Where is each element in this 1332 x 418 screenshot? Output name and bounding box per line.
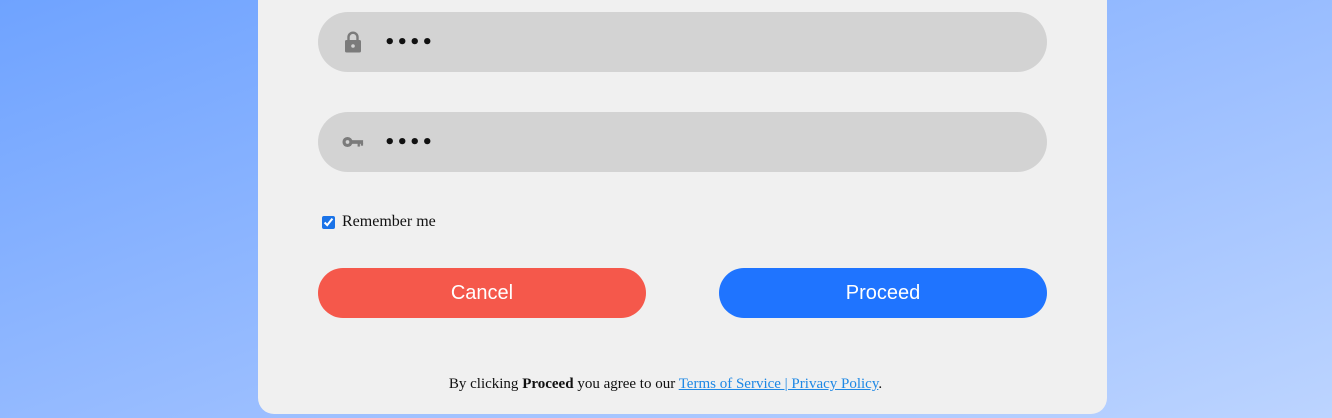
terms-privacy-link[interactable]: Terms of Service | Privacy Policy (679, 376, 879, 392)
cancel-button[interactable]: Cancel (318, 268, 646, 318)
terms-prefix: By clicking (448, 376, 519, 392)
lock-icon (342, 31, 364, 53)
remember-me-label: Remember me (342, 213, 436, 230)
terms-suffix: . (878, 376, 883, 392)
key-icon (342, 131, 364, 153)
confirm-password-field[interactable] (318, 112, 1047, 172)
proceed-button[interactable]: Proceed (719, 268, 1047, 318)
remember-me-checkbox[interactable] (322, 215, 335, 229)
remember-me[interactable]: Remember me (321, 213, 436, 231)
form-card: Remember me Cancel Proceed By clicking P… (258, 0, 1107, 414)
password-input[interactable] (384, 12, 1024, 72)
confirm-password-input[interactable] (384, 112, 1024, 172)
terms-notice: By clicking Proceed you agree to our Ter… (241, 376, 1090, 393)
password-field[interactable] (318, 12, 1047, 72)
terms-bold-word: Proceed (522, 376, 574, 392)
terms-middle: you agree to our (577, 376, 676, 392)
